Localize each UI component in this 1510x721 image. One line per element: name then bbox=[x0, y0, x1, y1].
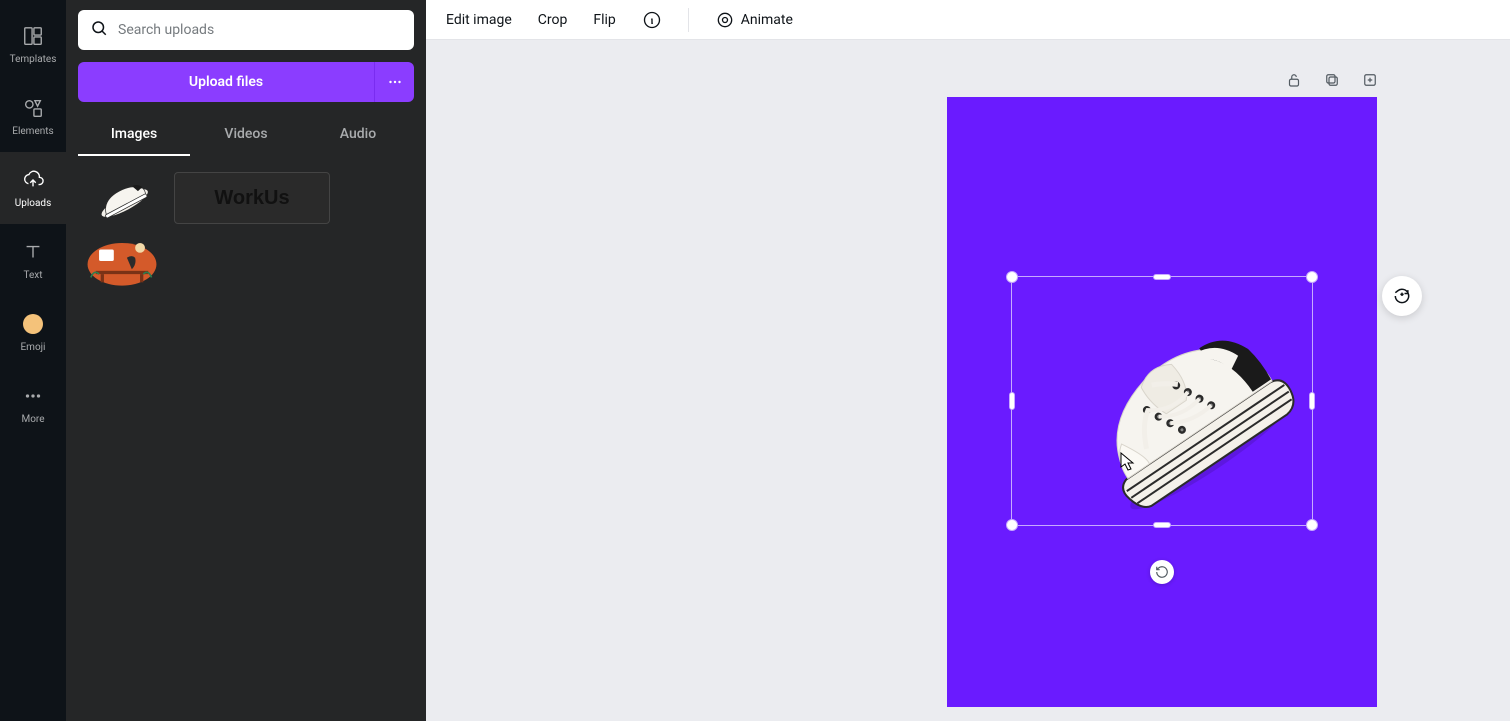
text-icon bbox=[21, 240, 45, 264]
uploads-tabs: Images Videos Audio bbox=[78, 116, 414, 156]
thumb-desk-illustration[interactable] bbox=[78, 232, 166, 290]
rail-templates-label: Templates bbox=[10, 54, 57, 65]
edit-image-button[interactable]: Edit image bbox=[446, 12, 512, 28]
info-button[interactable] bbox=[642, 10, 662, 30]
rail-uploads-label: Uploads bbox=[15, 198, 51, 209]
rail-text-label: Text bbox=[23, 270, 42, 281]
workspace: Edit image Crop Flip Animate bbox=[426, 0, 1510, 721]
resize-handle-nw[interactable] bbox=[1006, 271, 1018, 283]
resize-handle-s[interactable] bbox=[1153, 522, 1171, 528]
animate-label: Animate bbox=[741, 12, 793, 28]
tab-images[interactable]: Images bbox=[78, 116, 190, 156]
rail-more-label: More bbox=[21, 414, 44, 425]
resize-handle-n[interactable] bbox=[1153, 274, 1171, 280]
selection-box bbox=[1011, 276, 1313, 526]
rail-text[interactable]: Text bbox=[0, 224, 66, 296]
add-page-button[interactable] bbox=[1358, 68, 1382, 92]
rail-elements[interactable]: Elements bbox=[0, 80, 66, 152]
canvas-area[interactable] bbox=[426, 40, 1510, 721]
resize-handle-ne[interactable] bbox=[1306, 271, 1318, 283]
left-rail: Templates Elements Uploads Text Emoji Mo… bbox=[0, 0, 66, 721]
resize-handle-w[interactable] bbox=[1009, 392, 1015, 410]
search-input[interactable] bbox=[118, 22, 402, 38]
uploads-panel: Upload files Images Videos Audio WorkUs bbox=[66, 0, 426, 721]
thumb-workus[interactable]: WorkUs bbox=[174, 172, 330, 224]
thumb-workus-text: WorkUs bbox=[214, 187, 289, 210]
tab-videos[interactable]: Videos bbox=[190, 116, 302, 156]
search-icon bbox=[90, 19, 108, 41]
quick-actions-button[interactable] bbox=[1382, 276, 1422, 316]
search-bar[interactable] bbox=[78, 10, 414, 50]
thumb-shoe[interactable] bbox=[78, 172, 166, 224]
toolbar-separator bbox=[688, 8, 689, 32]
resize-handle-e[interactable] bbox=[1309, 392, 1315, 410]
rail-more[interactable]: More bbox=[0, 368, 66, 440]
animate-button[interactable]: Animate bbox=[715, 10, 793, 30]
page-controls bbox=[1282, 68, 1382, 92]
lock-page-button[interactable] bbox=[1282, 68, 1306, 92]
more-icon bbox=[21, 384, 45, 408]
tab-audio[interactable]: Audio bbox=[302, 116, 414, 156]
upload-files-button[interactable]: Upload files bbox=[78, 62, 374, 102]
templates-icon bbox=[21, 24, 45, 48]
rail-uploads[interactable]: Uploads bbox=[0, 152, 66, 224]
rotate-handle[interactable] bbox=[1150, 560, 1174, 584]
uploads-icon bbox=[21, 168, 45, 192]
rail-templates[interactable]: Templates bbox=[0, 8, 66, 80]
upload-more-button[interactable] bbox=[374, 62, 414, 102]
resize-handle-se[interactable] bbox=[1306, 519, 1318, 531]
rail-emoji[interactable]: Emoji bbox=[0, 296, 66, 368]
upload-thumbnails: WorkUs bbox=[78, 172, 414, 290]
resize-handle-sw[interactable] bbox=[1006, 519, 1018, 531]
context-toolbar: Edit image Crop Flip Animate bbox=[426, 0, 1510, 40]
elements-icon bbox=[21, 96, 45, 120]
rail-elements-label: Elements bbox=[12, 126, 53, 137]
crop-button[interactable]: Crop bbox=[538, 12, 568, 28]
emoji-icon bbox=[21, 312, 45, 336]
rail-emoji-label: Emoji bbox=[21, 342, 46, 353]
flip-button[interactable]: Flip bbox=[593, 12, 615, 28]
duplicate-page-button[interactable] bbox=[1320, 68, 1344, 92]
